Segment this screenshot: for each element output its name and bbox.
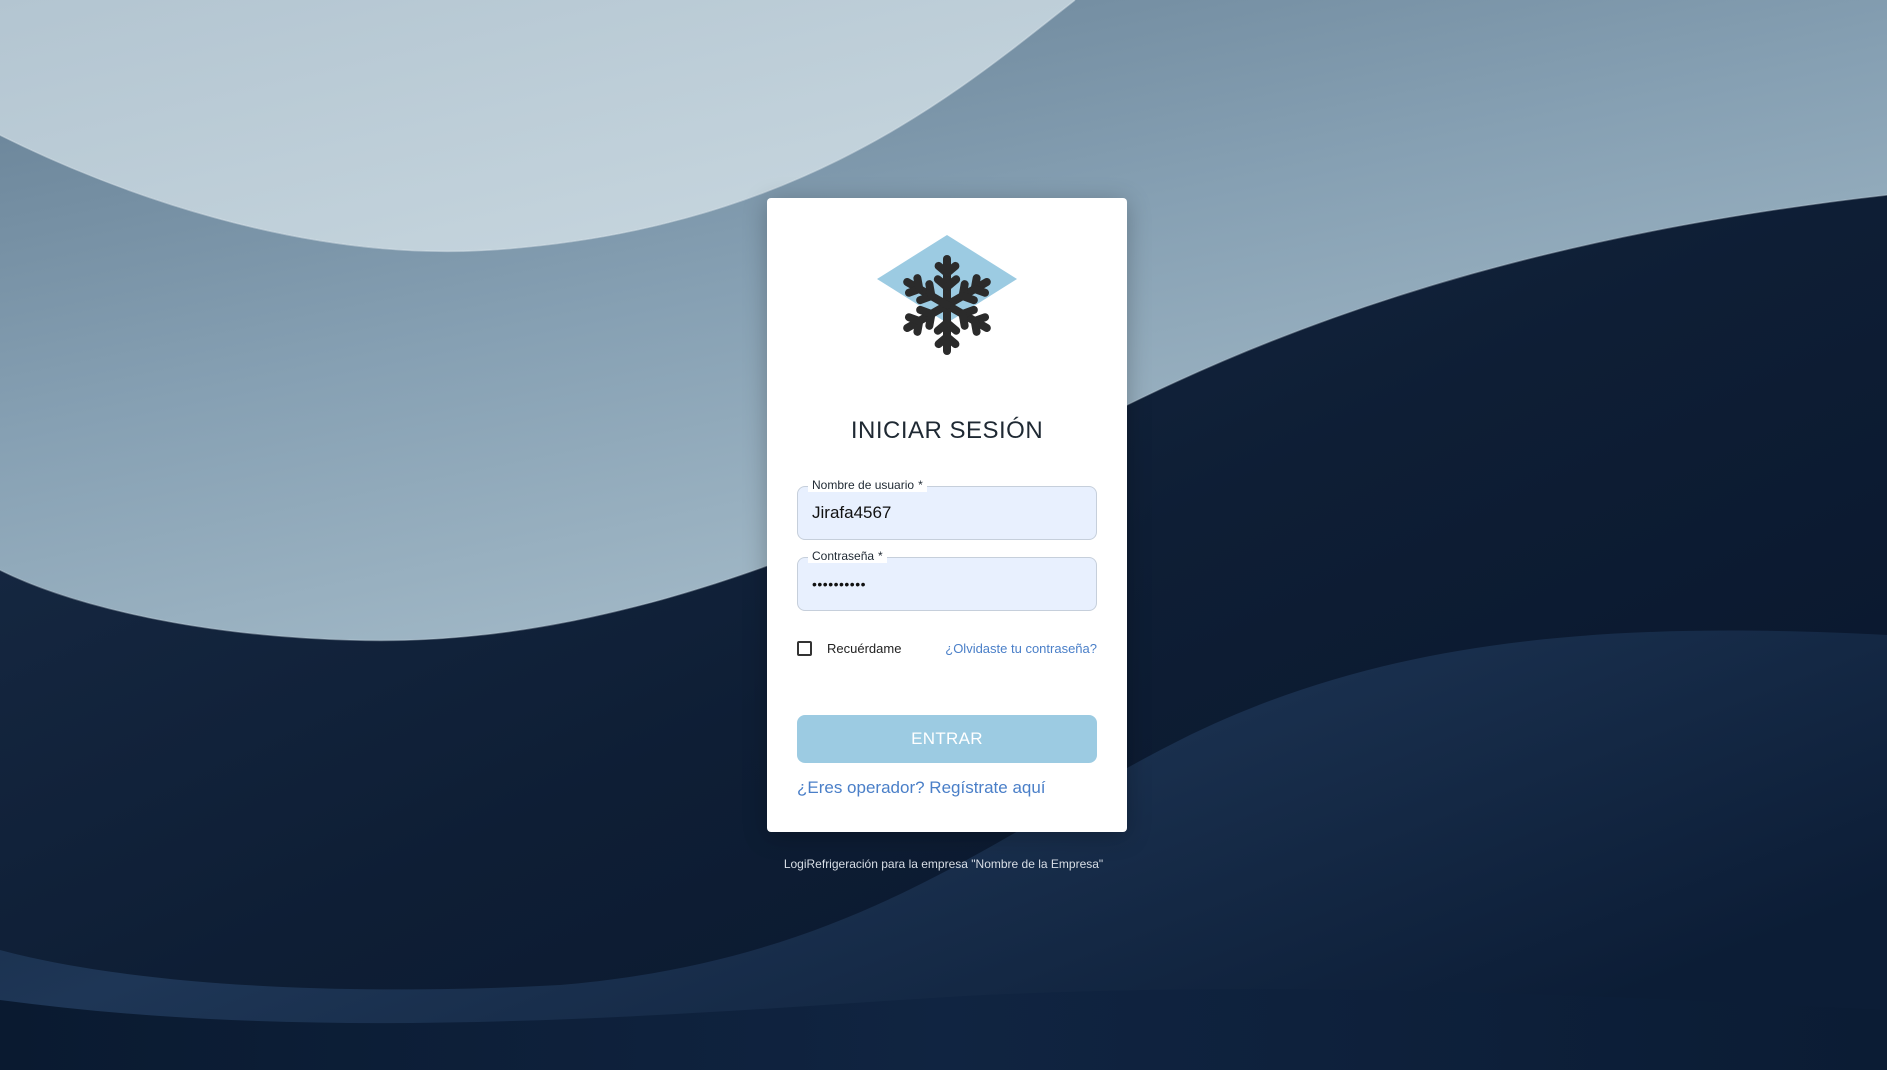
- page-title: INICIAR SESIÓN: [850, 417, 1044, 444]
- remember-me[interactable]: Recuérdame: [797, 638, 901, 658]
- snowflake-branch: [913, 274, 924, 293]
- password-value: ••••••••••: [812, 576, 867, 592]
- snowflake-branch: [958, 292, 978, 305]
- snowflake-branch: [943, 261, 960, 277]
- remember-checkbox[interactable]: [797, 640, 812, 656]
- remember-label: Recuérdame: [827, 640, 902, 656]
- username-value: Jirafa4567: [812, 503, 892, 522]
- snowflake-branch: [904, 313, 924, 325]
- forgot-password-link[interactable]: ¿Olvidaste tu contraseña?: [945, 641, 1097, 656]
- submit-button[interactable]: ENTRAR: [797, 715, 1097, 763]
- snowflake-branch: [934, 333, 951, 349]
- register-link[interactable]: ¿Eres operador? Regístrate aquí: [797, 778, 1046, 798]
- snowflake-branch: [958, 310, 969, 330]
- username-field[interactable]: Nombre de usuario * Jirafa4567: [797, 478, 1097, 540]
- snowflake-branch: [970, 317, 981, 336]
- username-label: Nombre de usuario *: [808, 478, 927, 492]
- snowflake-branch: [916, 305, 936, 318]
- password-label: Contraseña *: [808, 549, 887, 563]
- password-field[interactable]: Contraseña * ••••••••••: [797, 549, 1097, 611]
- login-card: INICIAR SESIÓN Nombre de usuario * Jirafa…: [767, 198, 1127, 832]
- snowflake-branch: [925, 280, 936, 300]
- footer-text: LogiRefrigeración para la empresa "Nombr…: [783, 857, 1104, 871]
- snowflake-branch: [970, 285, 990, 297]
- snowflake-icon: [877, 235, 1017, 355]
